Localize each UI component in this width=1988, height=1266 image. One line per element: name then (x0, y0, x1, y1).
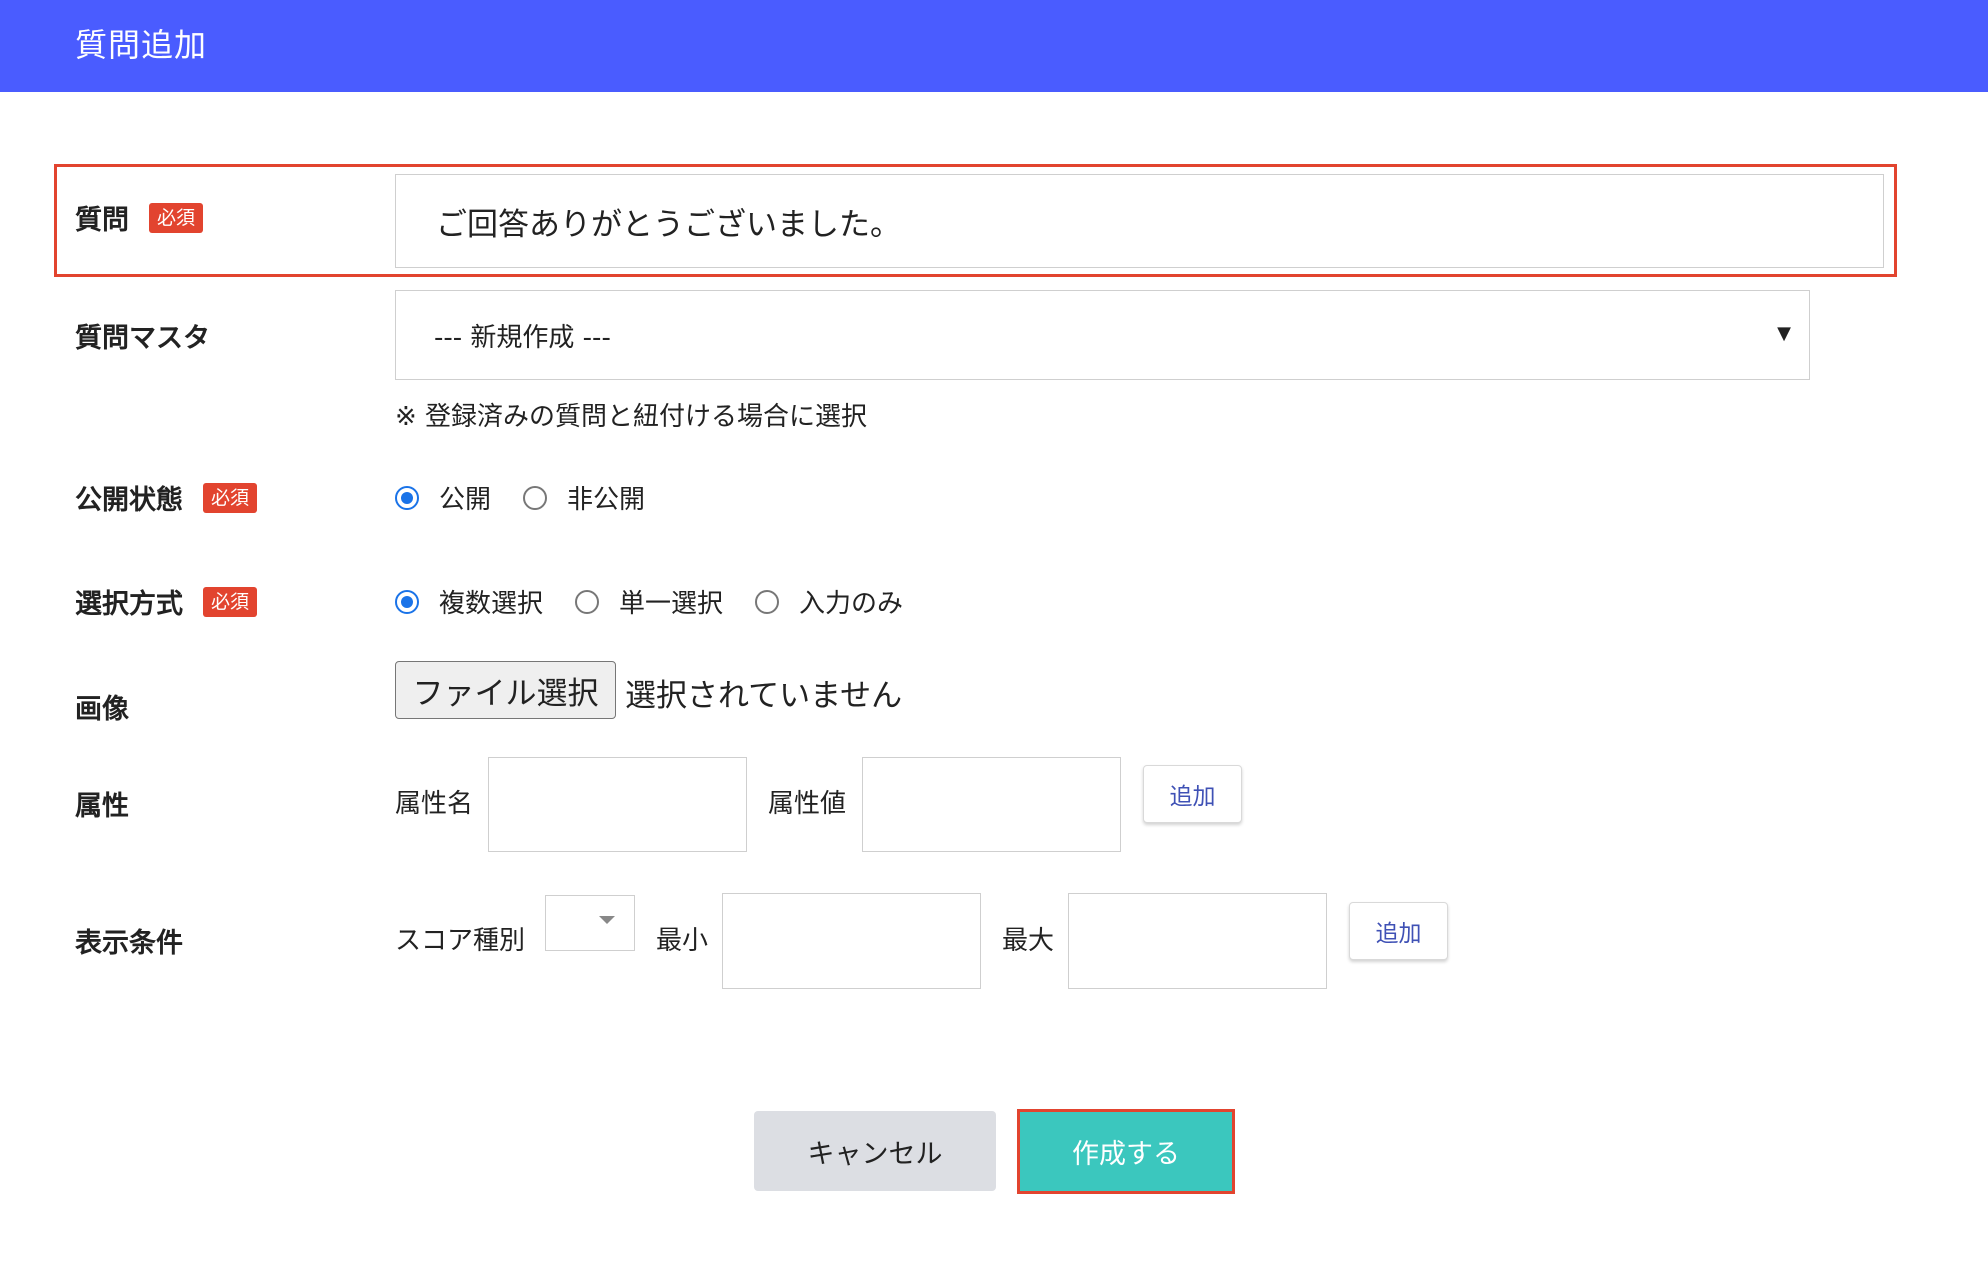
radio-input-only[interactable] (755, 589, 780, 614)
radio-public[interactable] (395, 485, 419, 510)
question-master-selected-value: --- 新規作成 --- (434, 322, 611, 353)
radio-private[interactable] (523, 485, 548, 510)
min-label: 最小 (656, 926, 709, 956)
radio-public-label[interactable]: 公開 (439, 479, 491, 516)
chevron-down-icon: ▼ (1777, 323, 1791, 344)
file-select-button[interactable]: ファイル選択 (395, 661, 616, 719)
selection-method-radio-group: 複数選択 単一選択 入力のみ (395, 583, 935, 620)
question-master-select[interactable]: --- 新規作成 --- ▼ (395, 290, 1810, 380)
publish-status-label-row: 公開状態 必須 (75, 478, 258, 517)
attribute-name-label: 属性名 (395, 789, 474, 819)
image-label: 画像 (75, 694, 129, 725)
max-label: 最大 (1002, 926, 1055, 956)
score-type-label: スコア種別 (395, 926, 526, 956)
radio-single[interactable] (575, 589, 600, 614)
display-condition-label: 表示条件 (75, 928, 183, 959)
required-badge: 必須 (149, 202, 204, 233)
caret-down-icon (599, 916, 615, 924)
publish-status-label: 公開状態 (75, 485, 183, 516)
score-type-select[interactable] (545, 895, 635, 951)
create-button[interactable]: 作成する (1017, 1109, 1235, 1194)
display-condition-label-row: 表示条件 (75, 921, 183, 960)
attribute-value-input[interactable] (862, 757, 1121, 852)
cancel-button[interactable]: キャンセル (754, 1111, 996, 1191)
selection-method-label: 選択方式 (75, 589, 183, 620)
question-master-note: ※ 登録済みの質問と紐付ける場合に選択 (395, 402, 868, 432)
selection-method-label-row: 選択方式 必須 (75, 582, 258, 621)
radio-input-only-label[interactable]: 入力のみ (799, 583, 903, 620)
required-badge: 必須 (203, 482, 258, 513)
file-status-text: 選択されていません (625, 678, 903, 714)
question-master-label-row: 質問マスタ (75, 316, 210, 355)
question-master-label: 質問マスタ (75, 323, 210, 354)
required-badge: 必須 (203, 586, 258, 617)
attribute-label-row: 属性 (75, 784, 129, 823)
attribute-name-input[interactable] (488, 757, 747, 852)
publish-status-radio-group: 公開 非公開 (395, 479, 677, 516)
add-condition-button[interactable]: 追加 (1349, 902, 1448, 960)
question-label: 質問 (75, 205, 129, 236)
min-input[interactable] (722, 893, 981, 989)
attribute-value-label: 属性値 (768, 789, 847, 819)
radio-multiple[interactable] (395, 589, 419, 614)
page-header: 質問追加 (0, 0, 1988, 92)
radio-private-label[interactable]: 非公開 (567, 479, 645, 516)
max-input[interactable] (1068, 893, 1327, 989)
question-label-row: 質問 必須 (75, 198, 204, 237)
attribute-label: 属性 (75, 791, 129, 822)
radio-single-label[interactable]: 単一選択 (619, 583, 723, 620)
question-input[interactable] (395, 174, 1884, 268)
add-attribute-button[interactable]: 追加 (1143, 765, 1242, 823)
image-label-row: 画像 (75, 687, 129, 726)
radio-multiple-label[interactable]: 複数選択 (439, 583, 543, 620)
page-title: 質問追加 (75, 26, 208, 64)
